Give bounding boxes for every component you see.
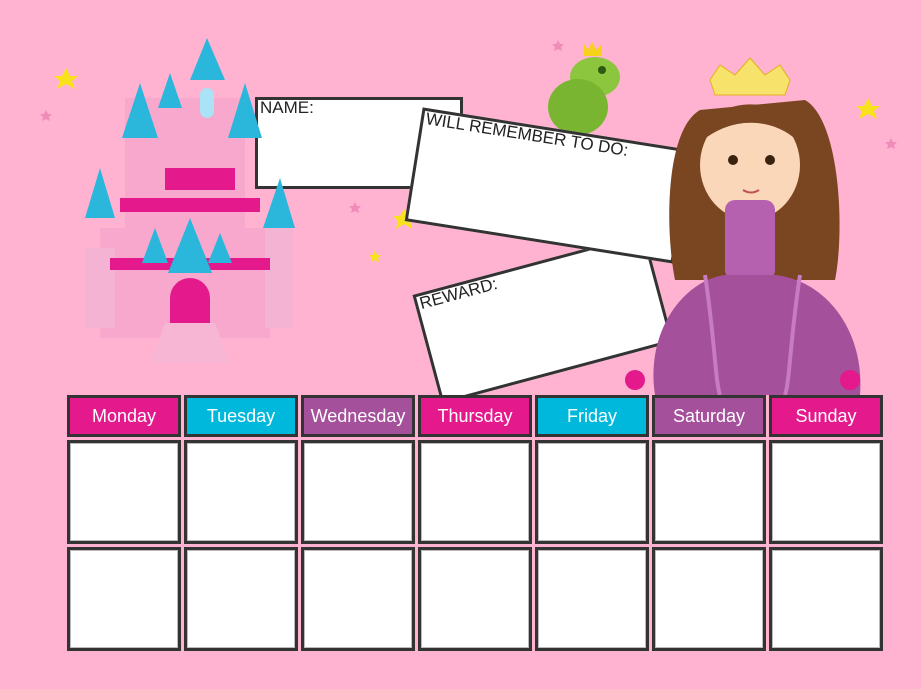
star-icon [885, 138, 897, 149]
day-header-monday: Monday [67, 395, 181, 437]
day-cell-tuesday-2[interactable] [184, 547, 298, 651]
day-cell-wednesday-2[interactable] [301, 547, 415, 651]
day-cell-monday-2[interactable] [67, 547, 181, 651]
day-header-wednesday: Wednesday [301, 395, 415, 437]
princess-illustration [625, 57, 861, 395]
day-cell-sunday-1[interactable] [769, 440, 883, 544]
day-header-tuesday: Tuesday [184, 395, 298, 437]
day-cell-monday-1[interactable] [67, 440, 181, 544]
day-header-sunday: Sunday [769, 395, 883, 437]
day-cell-friday-1[interactable] [535, 440, 649, 544]
star-icon [349, 202, 361, 213]
day-header-thursday: Thursday [418, 395, 532, 437]
day-header-friday: Friday [535, 395, 649, 437]
day-cell-sunday-2[interactable] [769, 547, 883, 651]
castle-illustration [85, 38, 295, 363]
day-cell-thursday-2[interactable] [418, 547, 532, 651]
day-cell-thursday-1[interactable] [418, 440, 532, 544]
day-cell-saturday-2[interactable] [652, 547, 766, 651]
day-cell-tuesday-1[interactable] [184, 440, 298, 544]
day-cell-saturday-1[interactable] [652, 440, 766, 544]
star-icon [369, 250, 381, 262]
frog-prince-illustration [548, 42, 620, 135]
day-header-saturday: Saturday [652, 395, 766, 437]
day-cell-wednesday-1[interactable] [301, 440, 415, 544]
day-cell-friday-2[interactable] [535, 547, 649, 651]
star-icon [54, 68, 78, 89]
star-icon [40, 110, 52, 121]
